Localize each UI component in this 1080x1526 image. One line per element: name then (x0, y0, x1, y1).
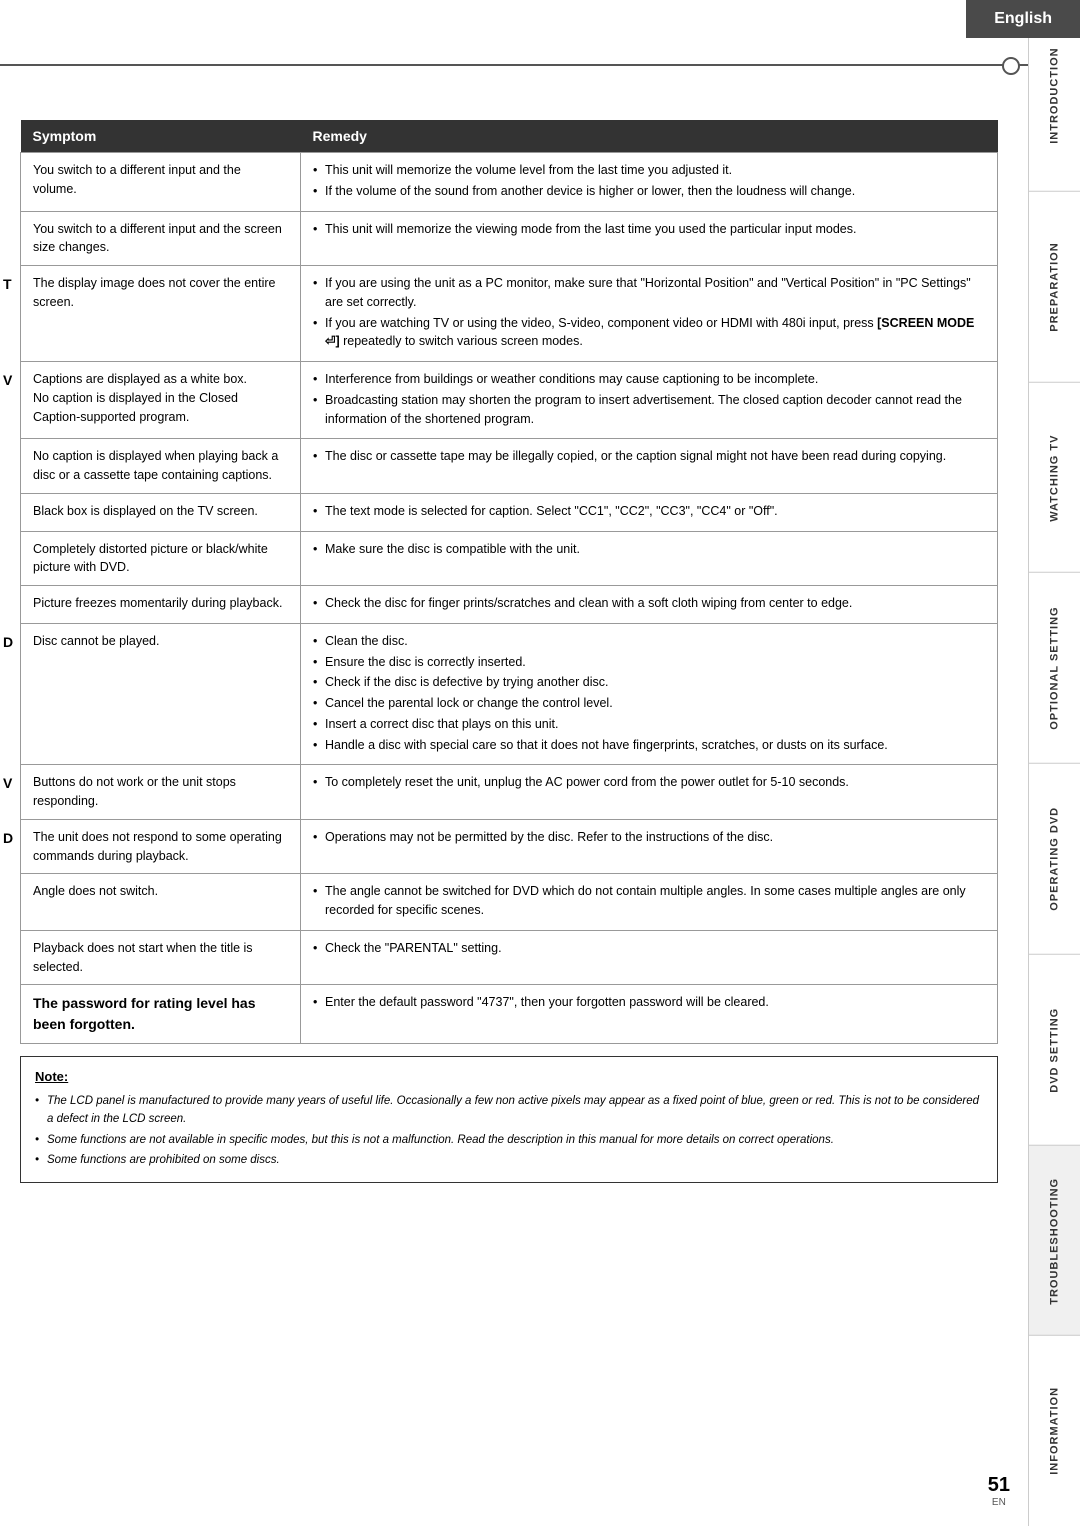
remedy-cell: Check the "PARENTAL" setting. (301, 930, 998, 985)
list-item: Cancel the parental lock or change the c… (313, 694, 985, 713)
troubleshooting-table: Symptom Remedy You switch to a different… (20, 120, 998, 1044)
remedy-cell: Check the disc for finger prints/scratch… (301, 586, 998, 624)
symptom-cell: Playback does not start when the title i… (21, 930, 301, 985)
symptom-cell: No caption is displayed when playing bac… (21, 439, 301, 494)
table-row: T The display image does not cover the e… (21, 266, 998, 362)
list-item: Handle a disc with special care so that … (313, 736, 985, 755)
nav-troubleshooting: TROUBLESHOOTING (1029, 1145, 1080, 1336)
note-item: The LCD panel is manufactured to provide… (35, 1092, 983, 1129)
table-row: Picture freezes momentarily during playb… (21, 586, 998, 624)
table-row: Playback does not start when the title i… (21, 930, 998, 985)
list-item: The angle cannot be switched for DVD whi… (313, 882, 985, 920)
top-circle (1002, 57, 1020, 75)
remedy-cell: This unit will memorize the viewing mode… (301, 211, 998, 266)
remedy-cell: This unit will memorize the volume level… (301, 153, 998, 212)
main-content: Symptom Remedy You switch to a different… (0, 80, 1028, 1526)
list-item: If you are watching TV or using the vide… (313, 314, 985, 352)
symptom-cell: Completely distorted picture or black/wh… (21, 531, 301, 586)
list-item: Insert a correct disc that plays on this… (313, 715, 985, 734)
note-item: Some functions are prohibited on some di… (35, 1151, 983, 1169)
list-item: If the volume of the sound from another … (313, 182, 985, 201)
symptom-cell: T The display image does not cover the e… (21, 266, 301, 362)
table-row: Completely distorted picture or black/wh… (21, 531, 998, 586)
remedy-cell: If you are using the unit as a PC monito… (301, 266, 998, 362)
nav-operating-dvd: OPERATING DVD (1029, 763, 1080, 954)
row-label-T: T (3, 274, 12, 295)
symptom-cell-picture-freezes: Picture freezes momentarily during playb… (21, 586, 301, 624)
page-number: 51 (988, 1474, 1010, 1497)
table-row: No caption is displayed when playing bac… (21, 439, 998, 494)
list-item: Clean the disc. (313, 632, 985, 651)
symptom-cell: You switch to a different input and the … (21, 211, 301, 266)
list-item: Make sure the disc is compatible with th… (313, 540, 985, 559)
row-label-V2: V (3, 773, 12, 794)
nav-information: INFORMATION (1029, 1335, 1080, 1526)
list-item: This unit will memorize the viewing mode… (313, 220, 985, 239)
list-item: Check the disc for finger prints/scratch… (313, 594, 985, 613)
nav-dvd-setting: DVD SETTING (1029, 954, 1080, 1145)
list-item: Broadcasting station may shorten the pro… (313, 391, 985, 429)
remedy-cell: Enter the default password "4737", then … (301, 985, 998, 1044)
remedy-cell: Interference from buildings or weather c… (301, 362, 998, 439)
symptom-cell: Black box is displayed on the TV screen. (21, 493, 301, 531)
remedy-cell: Operations may not be permitted by the d… (301, 819, 998, 874)
row-label-D: D (3, 632, 13, 653)
list-item: This unit will memorize the volume level… (313, 161, 985, 180)
table-row: V Captions are displayed as a white box.… (21, 362, 998, 439)
symptom-cell: D The unit does not respond to some oper… (21, 819, 301, 874)
table-row: D The unit does not respond to some oper… (21, 819, 998, 874)
nav-watching-tv: WATCHING TV (1029, 382, 1080, 573)
symptom-cell: D Disc cannot be played. (21, 623, 301, 765)
list-item: Check the "PARENTAL" setting. (313, 939, 985, 958)
list-item: To completely reset the unit, unplug the… (313, 773, 985, 792)
note-item: Some functions are not available in spec… (35, 1131, 983, 1149)
table-row: Black box is displayed on the TV screen.… (21, 493, 998, 531)
symptom-cell: V Captions are displayed as a white box.… (21, 362, 301, 439)
bold-symptom: The password for rating level has been f… (33, 995, 256, 1032)
page-number-area: 51 EN (988, 1474, 1010, 1508)
list-item: Interference from buildings or weather c… (313, 370, 985, 389)
symptom-cell: V Buttons do not work or the unit stops … (21, 765, 301, 820)
nav-optional-setting: OPTIONAL SETTING (1029, 572, 1080, 763)
list-item: If you are using the unit as a PC monito… (313, 274, 985, 312)
note-section: Note: The LCD panel is manufactured to p… (20, 1056, 998, 1182)
table-row: You switch to a different input and the … (21, 211, 998, 266)
remedy-cell: The text mode is selected for caption. S… (301, 493, 998, 531)
remedy-header: Remedy (301, 120, 998, 153)
symptom-cell: Angle does not switch. (21, 874, 301, 931)
list-item: Operations may not be permitted by the d… (313, 828, 985, 847)
remedy-cell: Clean the disc. Ensure the disc is corre… (301, 623, 998, 765)
remedy-cell: To completely reset the unit, unplug the… (301, 765, 998, 820)
right-navigation: INTRODUCTION PREPARATION WATCHING TV OPT… (1028, 0, 1080, 1526)
list-item: The text mode is selected for caption. S… (313, 502, 985, 521)
row-label-V: V (3, 370, 12, 391)
remedy-cell: Make sure the disc is compatible with th… (301, 531, 998, 586)
table-row: D Disc cannot be played. Clean the disc.… (21, 623, 998, 765)
table-row: The password for rating level has been f… (21, 985, 998, 1044)
list-item: Ensure the disc is correctly inserted. (313, 653, 985, 672)
remedy-cell: The disc or cassette tape may be illegal… (301, 439, 998, 494)
top-divider (0, 64, 1028, 66)
symptom-cell: The password for rating level has been f… (21, 985, 301, 1044)
row-label-D2: D (3, 828, 13, 849)
table-row: Angle does not switch. The angle cannot … (21, 874, 998, 931)
table-row: V Buttons do not work or the unit stops … (21, 765, 998, 820)
list-item: Enter the default password "4737", then … (313, 993, 985, 1012)
language-tab: English (966, 0, 1080, 38)
page-sub: EN (988, 1497, 1010, 1508)
note-title: Note: (35, 1069, 68, 1084)
symptom-header: Symptom (21, 120, 301, 153)
table-row: You switch to a different input and the … (21, 153, 998, 212)
nav-preparation: PREPARATION (1029, 191, 1080, 382)
symptom-cell: You switch to a different input and the … (21, 153, 301, 212)
remedy-cell: The angle cannot be switched for DVD whi… (301, 874, 998, 931)
list-item: Check if the disc is defective by trying… (313, 673, 985, 692)
list-item: The disc or cassette tape may be illegal… (313, 447, 985, 466)
